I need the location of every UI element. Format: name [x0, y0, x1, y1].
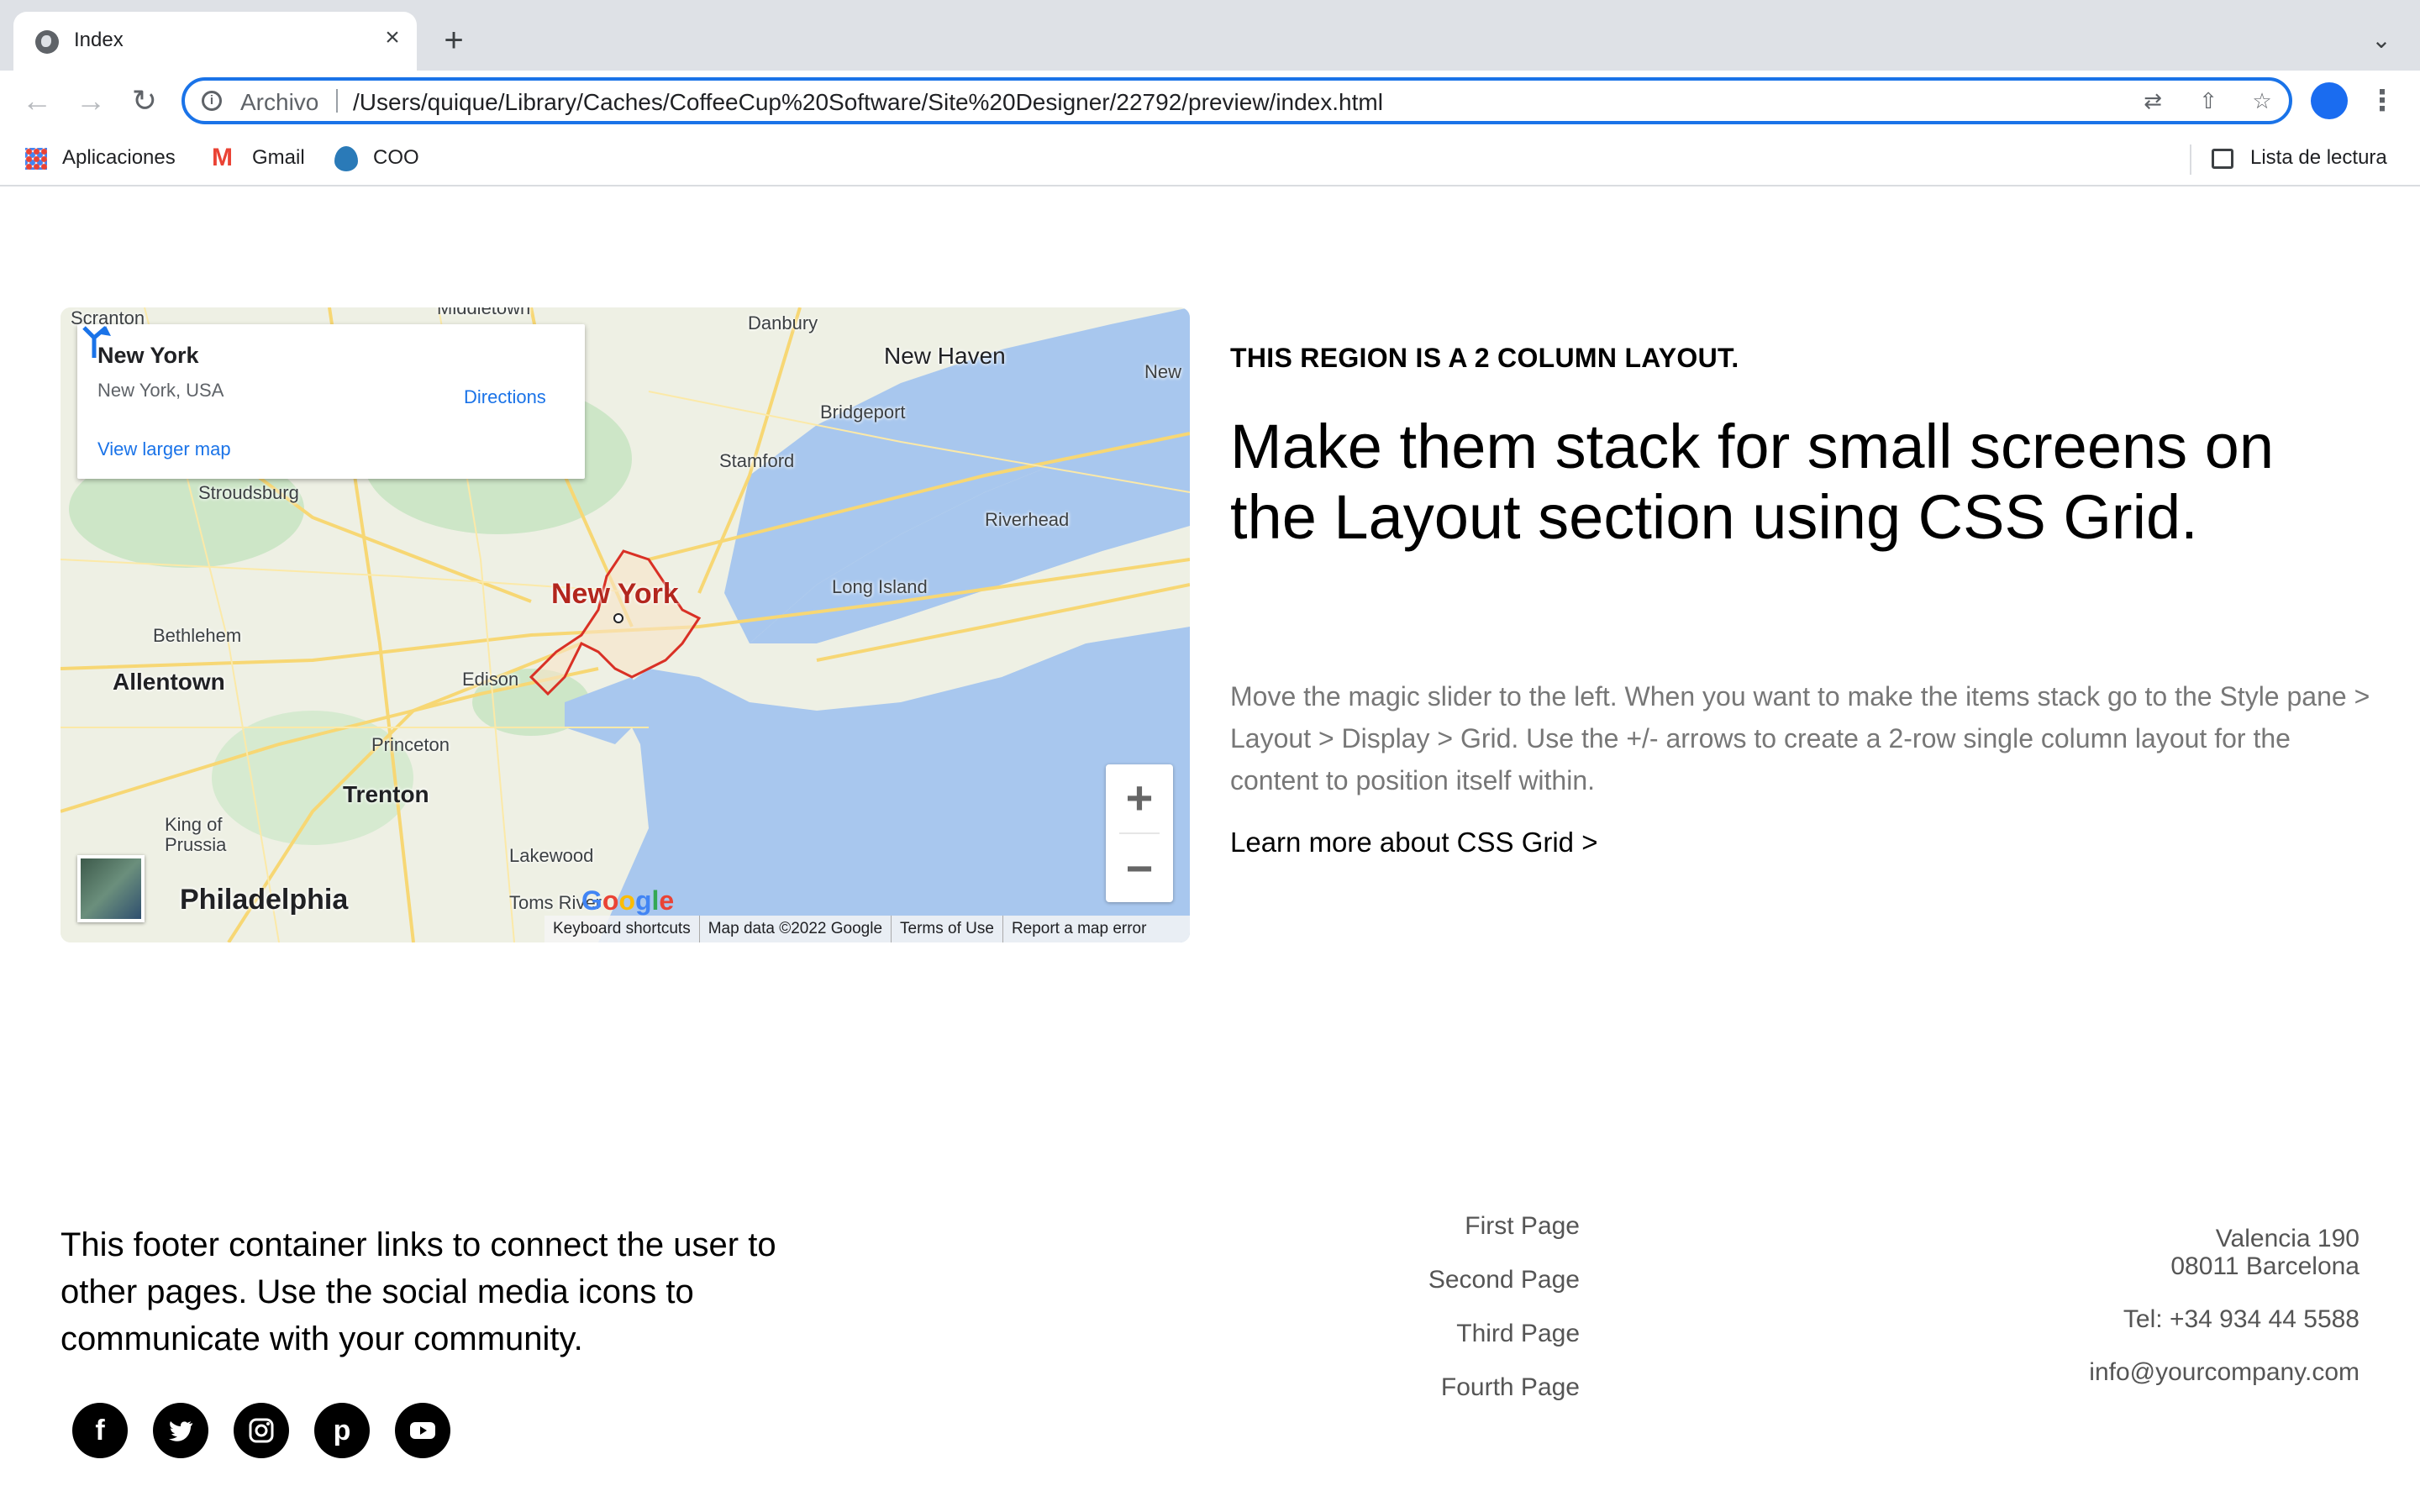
pinterest-icon[interactable]: p [314, 1403, 370, 1458]
browser-menu-icon[interactable]: ⋮ [2368, 82, 2396, 119]
apps-grid-icon [25, 147, 47, 170]
map-label: Danbury [748, 312, 818, 333]
place-address: New York, USA [97, 380, 224, 401]
map-label: Edison [462, 669, 519, 690]
map-label: Lakewood [509, 845, 594, 866]
zoom-controls: + − [1106, 764, 1173, 902]
twitter-icon[interactable] [153, 1403, 208, 1458]
map-label: Stroudsburg [198, 482, 299, 503]
bookmark-label: Aplicaciones [62, 146, 176, 169]
footer-contact: Valencia 190 08011 Barcelona Tel: +34 93… [1933, 1225, 2360, 1386]
tab-search-chevron-icon[interactable]: ⌄ [2366, 25, 2396, 55]
bookmarks-bar: Aplicaciones Gmail COO Lista de lectura [0, 131, 2420, 186]
bookmark-apps[interactable]: Aplicaciones [25, 143, 176, 173]
bookmark-gmail[interactable]: Gmail [212, 143, 305, 173]
site-info-icon[interactable]: i [202, 91, 222, 111]
reload-button[interactable]: ↻ [126, 82, 163, 119]
embedded-map[interactable]: Scranton Middletown Danbury New Haven Ne… [60, 307, 1190, 942]
reading-list-label: Lista de lectura [2250, 146, 2387, 169]
map-label: Princeton [371, 734, 450, 755]
phone-number: Tel: +34 934 44 5588 [2123, 1305, 2360, 1333]
map-label: Allentown [113, 669, 225, 695]
terms-of-use-link[interactable]: Terms of Use [892, 916, 1003, 942]
page-content: Scranton Middletown Danbury New Haven Ne… [0, 186, 2420, 1512]
new-tab-button[interactable]: + [437, 24, 471, 57]
map-label: Middletown [437, 307, 531, 318]
map-label: Riverhead [985, 509, 1070, 530]
map-label: New Haven [884, 343, 1006, 369]
email-address[interactable]: info@yourcompany.com [1933, 1358, 2360, 1386]
scheme-label: Archivo [240, 89, 319, 115]
zoom-out-button[interactable]: − [1106, 835, 1173, 902]
forward-button[interactable]: → [72, 82, 109, 119]
place-info-card: New York New York, USA View larger map D… [77, 324, 585, 479]
map-label-new-york: New York [551, 578, 679, 610]
profile-avatar[interactable] [2311, 82, 2348, 119]
footer-link-second-page[interactable]: Second Page [1260, 1265, 1580, 1319]
map-data-text: Map data ©2022 Google [700, 916, 892, 942]
section-eyebrow: THIS REGION IS A 2 COLUMN LAYOUT. [1230, 343, 1739, 373]
zoom-divider [1119, 832, 1160, 834]
address-bar[interactable]: i Archivo /Users/quique/Library/Caches/C… [182, 77, 2292, 124]
map-label: Long Island [832, 576, 928, 597]
omnibox-divider [336, 89, 338, 113]
footer-link-first-page[interactable]: First Page [1260, 1211, 1580, 1265]
map-label: Philadelphia [180, 884, 349, 916]
bookmarks-divider [2190, 144, 2191, 175]
google-logo: Google [581, 885, 675, 916]
bookmark-label: COO [373, 146, 419, 169]
translate-icon[interactable]: ⇄ [2139, 87, 2166, 114]
reading-list-button[interactable]: Lista de lectura [2212, 143, 2387, 173]
browser-tab[interactable]: Index × [13, 12, 417, 71]
reading-list-icon [2212, 148, 2233, 169]
bookmark-coo[interactable]: COO [334, 143, 419, 173]
map-label: Trenton [343, 781, 429, 807]
tab-strip: Index × + ⌄ [0, 0, 2420, 71]
instagram-icon[interactable] [234, 1403, 289, 1458]
drupal-icon [334, 145, 358, 171]
footer-link-third-page[interactable]: Third Page [1260, 1319, 1580, 1373]
url-text[interactable]: /Users/quique/Library/Caches/CoffeeCup%2… [353, 89, 1383, 116]
section-headline: Make them stack for small screens on the… [1230, 412, 2274, 552]
share-icon[interactable]: ⇧ [2195, 87, 2222, 114]
address-line-2: 08011 Barcelona [2170, 1252, 2360, 1280]
bookmark-star-icon[interactable]: ☆ [2249, 87, 2275, 114]
close-tab-icon[interactable]: × [380, 25, 405, 50]
learn-css-grid-link[interactable]: Learn more about CSS Grid > [1230, 827, 1597, 858]
zoom-in-button[interactable]: + [1106, 764, 1173, 832]
directions-link[interactable]: Directions [464, 386, 546, 408]
facebook-icon[interactable]: f [72, 1403, 128, 1458]
map-label: Bethlehem [153, 625, 242, 646]
report-map-error-link[interactable]: Report a map error [1003, 916, 1155, 942]
map-label: Stamford [719, 450, 795, 471]
map-attribution: Keyboard shortcuts Map data ©2022 Google T… [544, 916, 1190, 942]
satellite-toggle[interactable] [77, 855, 145, 922]
map-label: New [1144, 361, 1182, 382]
bookmark-label: Gmail [252, 146, 305, 169]
footer-link-fourth-page[interactable]: Fourth Page [1260, 1373, 1580, 1426]
address-line-1: Valencia 190 [2215, 1225, 2360, 1252]
youtube-icon[interactable] [395, 1403, 450, 1458]
map-label: King of Prussia [165, 814, 227, 855]
gmail-icon [212, 143, 237, 173]
globe-icon [35, 30, 59, 54]
map-label: Bridgeport [820, 402, 906, 423]
footer-description: This footer container links to connect t… [60, 1226, 776, 1357]
tab-title: Index [74, 29, 124, 51]
directions-icon[interactable] [77, 324, 114, 361]
view-larger-map-link[interactable]: View larger map [97, 438, 231, 460]
keyboard-shortcuts-link[interactable]: Keyboard shortcuts [544, 916, 700, 942]
browser-toolbar: ← → ↻ i Archivo /Users/quique/Library/Ca… [0, 71, 2420, 131]
back-button[interactable]: ← [18, 82, 55, 119]
footer-nav: First Page Second Page Third Page Fourth… [1260, 1211, 1580, 1426]
section-body: Move the magic slider to the left. When … [1230, 681, 2370, 795]
